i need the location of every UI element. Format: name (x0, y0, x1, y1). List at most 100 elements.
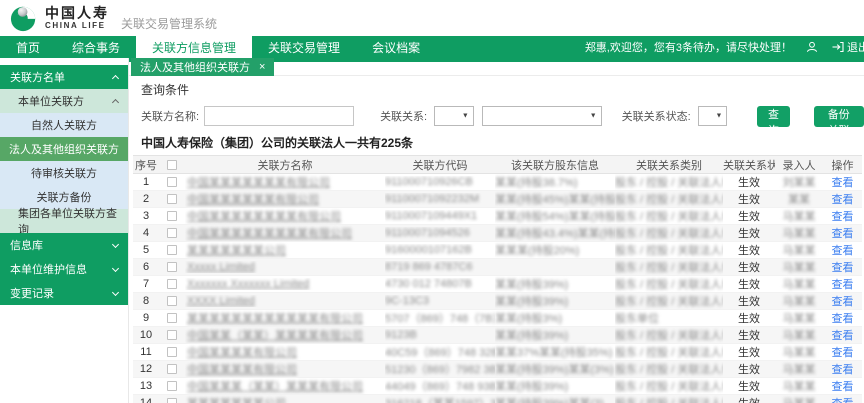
party-name-blurred[interactable]: 中国某某某某有限公司 (187, 347, 297, 359)
row-checkbox[interactable] (167, 177, 177, 187)
party-name-blurred[interactable]: 中国某某某（某某）某某某有限公司 (187, 381, 363, 393)
view-link[interactable]: 查看 (832, 194, 854, 206)
party-name-blurred[interactable]: 中国某某某某某某某某某有限公司 (187, 228, 352, 240)
tab-close-icon[interactable]: × (259, 62, 265, 73)
party-name-input[interactable] (204, 106, 354, 126)
row-checkbox[interactable] (167, 296, 177, 306)
relation-category-cell: 股东 / 控股 / 关联法人单位 (615, 225, 723, 241)
nav-item[interactable]: 关联方信息管理 (136, 36, 252, 58)
nav-item-label: 关联方信息管理 (152, 41, 236, 55)
nav-item[interactable]: 首页 (0, 36, 56, 58)
row-checkbox[interactable] (167, 381, 177, 391)
party-code-blurred: 9123B (385, 329, 417, 341)
relation-status-value: 生效 (723, 327, 775, 343)
operation-cell: 查看 (823, 361, 862, 377)
shareholder-cell: 某某(持股39%)某某(3) (495, 395, 615, 403)
nav-right: 郑惠,欢迎您，您有3条待办，请尽快处理！ 退出 (585, 36, 864, 58)
col-header-checkbox (159, 159, 185, 171)
row-checkbox[interactable] (167, 347, 177, 357)
view-link[interactable]: 查看 (832, 262, 854, 274)
china-life-logo-icon (10, 4, 38, 32)
row-checkbox-cell (159, 210, 185, 222)
row-checkbox[interactable] (167, 330, 177, 340)
sidebar-item[interactable]: 本单位维护信息 (0, 257, 128, 281)
party-name-blurred[interactable]: 某某某某某某某公司 (187, 245, 286, 257)
row-checkbox[interactable] (167, 364, 177, 374)
welcome-message: 郑惠,欢迎您，您有3条待办，请尽快处理！ (585, 39, 792, 55)
relation-sub-select[interactable] (482, 106, 602, 126)
nav-item[interactable]: 关联交易管理 (252, 36, 356, 58)
table-row: 11 中国某某某某有限公司 40C59（869）748 32B 某某37%某某(… (133, 344, 862, 361)
shareholder-cell: 某某(持股3%) (495, 310, 615, 326)
sidebar-item[interactable]: 待审核关联方 (0, 161, 128, 185)
nav-items: 首页综合事务 关联方信息管理 关联交易管理会议档案 (0, 36, 436, 58)
party-name-blurred[interactable]: 中国某某某某某某某有限公司 (187, 177, 330, 189)
row-checkbox-cell (159, 397, 185, 403)
sidebar-item[interactable]: 自然人关联方 (0, 113, 128, 137)
view-link[interactable]: 查看 (832, 347, 854, 359)
sidebar-item[interactable]: 信息库 (0, 233, 128, 257)
entry-person-cell: 刘某某 (775, 174, 823, 190)
shareholder-info-blurred: 某某(持股39%) (495, 381, 568, 393)
row-index: 12 (133, 363, 159, 375)
row-checkbox[interactable] (167, 279, 177, 289)
party-name-blurred[interactable]: 某某某某某某某公司 (187, 398, 286, 403)
view-link[interactable]: 查看 (832, 313, 854, 325)
sidebar-item-label: 本单位维护信息 (10, 261, 87, 277)
logout-button[interactable]: 退出 (832, 39, 864, 55)
sidebar-item[interactable]: 本单位关联方 (0, 89, 128, 113)
party-name-blurred[interactable]: 中国某某某某某某某某有限公司 (187, 211, 341, 223)
logout-icon (832, 41, 844, 53)
view-link[interactable]: 查看 (832, 228, 854, 240)
entry-person-cell: 马某某 (775, 327, 823, 343)
view-link[interactable]: 查看 (832, 296, 854, 308)
entry-person-cell: 马某某 (775, 378, 823, 394)
relation-status-value: 生效 (723, 361, 775, 377)
view-link[interactable]: 查看 (832, 381, 854, 393)
party-name-blurred[interactable]: 中国某某某某有限公司 (187, 364, 297, 376)
row-checkbox[interactable] (167, 313, 177, 323)
operation-cell: 查看 (823, 259, 862, 275)
party-name-blurred[interactable]: XXXX Limited (187, 295, 255, 307)
sidebar-item[interactable]: 法人及其他组织关联方 (0, 137, 128, 161)
relation-status-select[interactable] (698, 106, 728, 126)
nav-item[interactable]: 会议档案 (356, 36, 436, 58)
sidebar: 关联方名单 本单位关联方 自然人关联方 法人及其他组织关联方 待审核关联方 关联… (0, 58, 128, 403)
view-link[interactable]: 查看 (832, 279, 854, 291)
view-link[interactable]: 查看 (832, 211, 854, 223)
row-checkbox[interactable] (167, 211, 177, 221)
view-link[interactable]: 查看 (832, 364, 854, 376)
backup-related-party-button[interactable]: 备份关联方 (814, 106, 864, 127)
row-checkbox-cell (159, 244, 185, 256)
party-name-blurred[interactable]: Xxxxxxx Xxxxxxx Limited (187, 278, 309, 290)
relation-select[interactable] (434, 106, 474, 126)
party-name-blurred[interactable]: 中国某某某某某某有限公司 (187, 194, 319, 206)
tab-legal-person-related-parties[interactable]: 法人及其他组织关联方 × (131, 58, 274, 76)
sidebar-item[interactable]: 关联方名单 (0, 65, 128, 89)
row-checkbox[interactable] (167, 262, 177, 272)
view-link[interactable]: 查看 (832, 398, 854, 403)
sidebar-item[interactable]: 变更记录 (0, 281, 128, 305)
table-row: 9 某某某某某某某某某某某某有限公司 5707（869）748（7B） 某某(持… (133, 310, 862, 327)
sidebar-item[interactable]: 集团各单位关联方查询 (0, 209, 128, 233)
relation-status-value: 生效 (723, 276, 775, 292)
entry-person-cell: 马某某 (775, 361, 823, 377)
select-all-checkbox[interactable] (167, 160, 177, 170)
row-checkbox[interactable] (167, 194, 177, 204)
relation-category-blurred: 股东 / 控股 / 关联法人单位 (615, 347, 723, 359)
shareholder-info-blurred: 某某(持股45%)某某(持股45%) (495, 194, 615, 206)
table-row: 4 中国某某某某某某某某某有限公司 91100071094526 某某(持股43… (133, 225, 862, 242)
view-link[interactable]: 查看 (832, 177, 854, 189)
row-checkbox[interactable] (167, 245, 177, 255)
search-button[interactable]: 查询 (757, 106, 789, 127)
relation-category-cell: 股东 / 控股 / 关联法人单位 (615, 344, 723, 360)
party-name-blurred[interactable]: 中国某某（某某）某某某某有限公司 (187, 330, 363, 342)
nav-item[interactable]: 综合事务 (56, 36, 136, 58)
row-checkbox[interactable] (167, 398, 177, 403)
user-profile-button[interactable] (806, 41, 818, 53)
party-name-blurred[interactable]: Xxxxx Limited (187, 261, 255, 273)
view-link[interactable]: 查看 (832, 330, 854, 342)
view-link[interactable]: 查看 (832, 245, 854, 257)
row-checkbox[interactable] (167, 228, 177, 238)
party-name-blurred[interactable]: 某某某某某某某某某某某某有限公司 (187, 313, 363, 325)
